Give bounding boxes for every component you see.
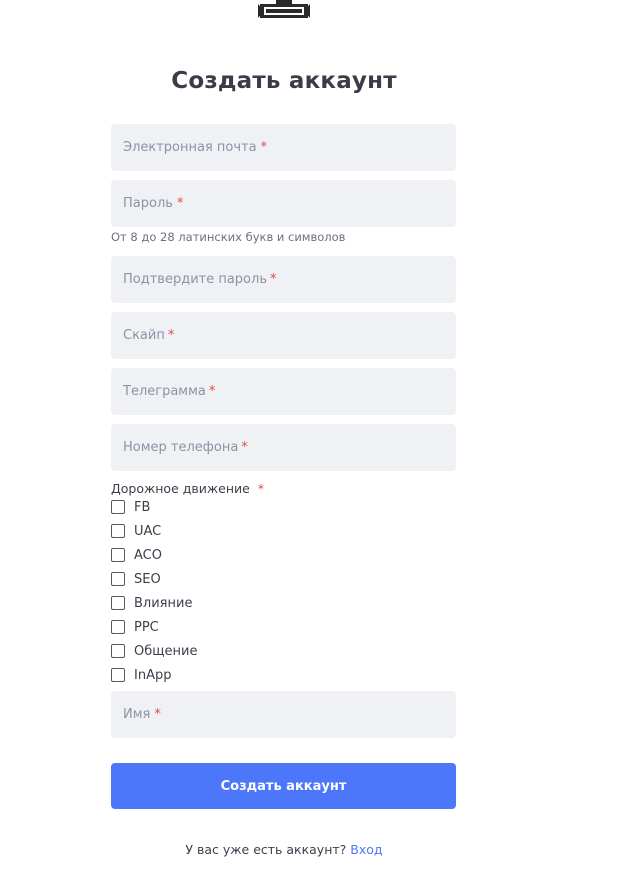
- traffic-option-social[interactable]: Общение: [111, 642, 197, 660]
- phone-placeholder: Номер телефона: [123, 440, 239, 455]
- checkbox[interactable]: [111, 668, 125, 682]
- traffic-option-aco[interactable]: ACO: [111, 546, 162, 564]
- checkbox[interactable]: [111, 644, 125, 658]
- email-placeholder: Электронная почта: [123, 140, 257, 155]
- traffic-label: Дорожное движение *: [111, 481, 264, 496]
- checkbox[interactable]: [111, 500, 125, 514]
- option-label: PPC: [134, 619, 159, 635]
- required-mark: *: [176, 196, 184, 211]
- login-prompt-text: У вас уже есть аккаунт?: [185, 842, 347, 857]
- traffic-option-influence[interactable]: Влияние: [111, 594, 192, 612]
- skype-placeholder: Скайп: [123, 328, 165, 343]
- traffic-option-seo[interactable]: SEO: [111, 570, 161, 588]
- name-field[interactable]: Имя *: [111, 691, 456, 738]
- option-label: Общение: [134, 643, 198, 659]
- option-label: InApp: [134, 667, 172, 683]
- phone-field[interactable]: Номер телефона *: [111, 424, 456, 471]
- email-field[interactable]: Электронная почта *: [111, 124, 456, 171]
- traffic-option-uac[interactable]: UAC: [111, 522, 161, 540]
- create-account-label: Создать аккаунт: [220, 778, 347, 794]
- required-mark: *: [269, 272, 277, 287]
- checkbox[interactable]: [111, 596, 125, 610]
- traffic-label-text: Дорожное движение: [111, 481, 250, 496]
- option-label: UAC: [134, 523, 162, 539]
- password-hint: От 8 до 28 латинских букв и символов: [111, 230, 346, 244]
- traffic-option-inapp[interactable]: InApp: [111, 666, 171, 684]
- brand-logo: [258, 0, 310, 18]
- traffic-option-ppc[interactable]: PPC: [111, 618, 159, 636]
- required-mark: *: [260, 140, 268, 155]
- option-label: SEO: [134, 571, 161, 587]
- name-placeholder: Имя: [123, 707, 151, 722]
- option-label: FB: [134, 499, 151, 515]
- required-mark: *: [167, 328, 175, 343]
- create-account-button[interactable]: Создать аккаунт: [111, 763, 456, 809]
- telegram-field[interactable]: Телеграмма *: [111, 368, 456, 415]
- option-label: ACO: [134, 547, 162, 563]
- telegram-placeholder: Телеграмма: [123, 384, 206, 399]
- required-mark: *: [257, 481, 265, 496]
- required-mark: *: [241, 440, 248, 455]
- login-link[interactable]: Вход: [350, 842, 382, 857]
- checkbox[interactable]: [111, 620, 125, 634]
- password-field[interactable]: Пароль *: [111, 180, 456, 227]
- option-label: Влияние: [134, 595, 193, 611]
- required-mark: *: [208, 384, 216, 399]
- password-placeholder: Пароль: [123, 196, 173, 211]
- login-prompt: У вас уже есть аккаунт? Вход: [0, 842, 568, 857]
- required-mark: *: [154, 707, 161, 722]
- skype-field[interactable]: Скайп *: [111, 312, 456, 359]
- traffic-option-fb[interactable]: FB: [111, 498, 150, 516]
- checkbox[interactable]: [111, 548, 125, 562]
- confirm-placeholder: Подтвердите пароль: [123, 272, 267, 287]
- page-title: Создать аккаунт: [171, 68, 397, 94]
- checkbox[interactable]: [111, 572, 125, 586]
- confirm-password-field[interactable]: Подтвердите пароль *: [111, 256, 456, 303]
- checkbox[interactable]: [111, 524, 125, 538]
